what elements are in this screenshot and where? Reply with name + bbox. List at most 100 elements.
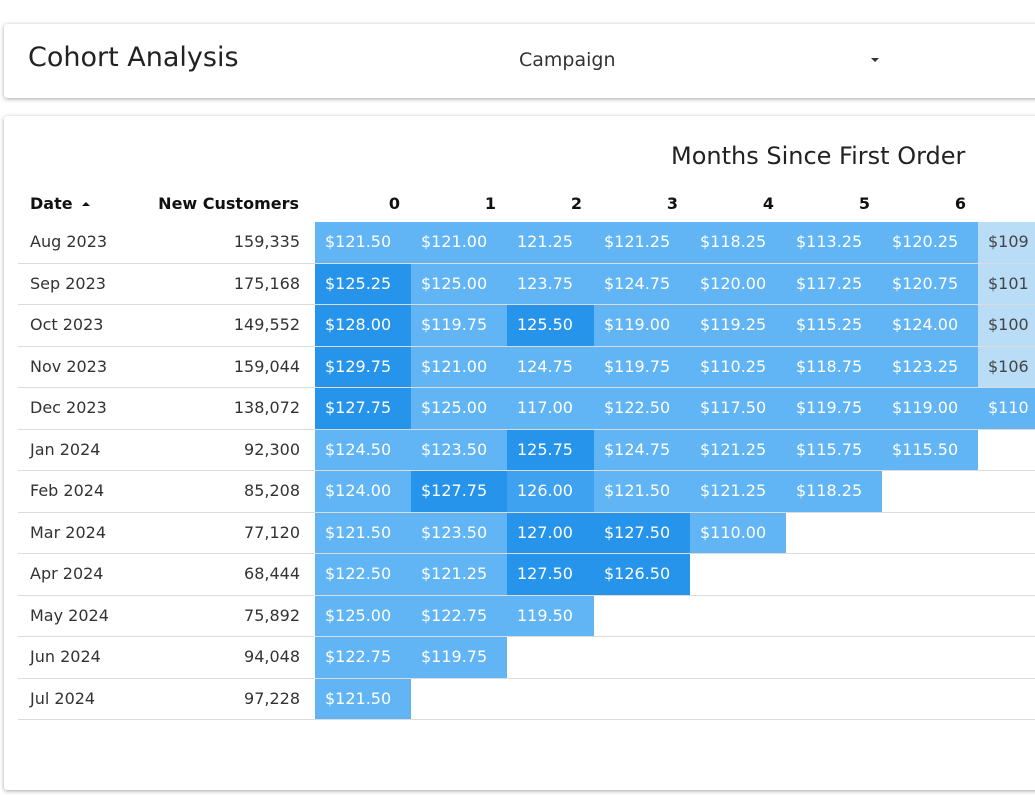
cohort-value-cell: $127.75 [411, 471, 507, 512]
cohort-date-cell: Feb 2024 [30, 481, 105, 500]
cohort-value-cell: $110 [978, 388, 1035, 429]
cohort-value-cell: $119.75 [594, 346, 690, 387]
new-customers-cell: 159,335 [233, 232, 300, 251]
sort-ascending-icon [81, 202, 90, 206]
cohort-value-cell: 125.50 [507, 305, 594, 346]
cohort-value-cell: $106 [978, 346, 1035, 387]
cohort-value-cell: 124.75 [507, 346, 594, 387]
cohort-value-cell: $122.75 [411, 595, 507, 636]
cohort-value-cell: $115.75 [786, 429, 882, 470]
table-row: Mar 2024 77,120 $121.50 $123.50 127.00 $127.5… [18, 512, 1035, 554]
cohort-value-cell: $120.25 [882, 222, 978, 263]
cohort-date-cell: Apr 2024 [30, 564, 104, 583]
cohort-value-cell: $118.25 [690, 222, 786, 263]
cohort-value-cell: $124.00 [315, 471, 411, 512]
cohort-value-cell: $121.00 [411, 346, 507, 387]
cohort-value-cell: 125.75 [507, 429, 594, 470]
cohort-value-cell: $124.00 [882, 305, 978, 346]
cohort-value-cell: $118.25 [786, 471, 882, 512]
cohort-value-cell: $118.75 [786, 346, 882, 387]
cohort-date-cell: Jun 2024 [30, 647, 101, 666]
cohort-value-cell: $121.25 [411, 554, 507, 595]
cohort-value-cell: $121.50 [594, 471, 690, 512]
new-customers-cell: 77,120 [244, 522, 300, 542]
new-customers-column-header[interactable]: New Customers [134, 194, 299, 216]
dropdown-selected-value: Campaign [519, 49, 616, 71]
cohort-value-cell: $117.50 [690, 388, 786, 429]
cohort-value-cell: $119.25 [690, 305, 786, 346]
caret-down-icon [871, 58, 879, 62]
cohort-value-cell: $121.25 [690, 471, 786, 512]
new-customers-cell: 138,072 [233, 398, 300, 417]
cohort-value-cell: $109 [978, 222, 1035, 263]
cohort-value-cell: $125.00 [411, 388, 507, 429]
cohort-value-cell: $123.50 [411, 512, 507, 553]
new-customers-cell: 85,208 [244, 481, 300, 500]
table-row: Apr 2024 68,444 $122.50 $121.25 127.50 $126.5… [18, 554, 1035, 596]
table-row: Jan 2024 92,300 $124.50 $123.50 125.75 $124.7… [18, 429, 1035, 471]
month-column-header[interactable]: 4 [688, 194, 774, 216]
cohort-value-cell: 123.75 [507, 263, 594, 304]
cohort-value-cell: 127.50 [507, 554, 594, 595]
cohort-value-cell: $119.00 [594, 305, 690, 346]
cohort-value-cell: $121.25 [594, 222, 690, 263]
cohort-value-cell: $127.75 [315, 388, 411, 429]
cohort-value-cell: $125.00 [411, 263, 507, 304]
table-row: Nov 2023 159,044 $129.75 $121.00 124.75 $119.… [18, 346, 1035, 388]
cohort-value-cell: $119.75 [411, 637, 507, 678]
cohort-value-cell: $119.75 [411, 305, 507, 346]
cohort-value-cell: 126.00 [507, 471, 594, 512]
table-row: Feb 2024 85,208 $124.00 $127.75 126.00 $121.5… [18, 471, 1035, 513]
cohort-value-cell: $124.50 [315, 429, 411, 470]
column-group-title: Months Since First Order [671, 142, 966, 170]
month-column-header[interactable]: 5 [784, 194, 870, 216]
cohort-value-cell: $125.00 [315, 595, 411, 636]
cohort-value-cell: $113.25 [786, 222, 882, 263]
cohort-value-cell: 121.25 [507, 222, 594, 263]
month-column-header[interactable]: 0 [314, 194, 400, 216]
cohort-value-cell: $128.00 [315, 305, 411, 346]
cohort-value-cell: $125.25 [315, 263, 411, 304]
new-customers-cell: 175,168 [233, 273, 300, 293]
cohort-date-cell: Sep 2023 [30, 273, 106, 293]
cohort-value-cell: $121.00 [411, 222, 507, 263]
campaign-dropdown[interactable]: Campaign [504, 36, 894, 86]
new-customers-cell: 149,552 [233, 315, 300, 334]
cohort-value-cell: $121.25 [690, 429, 786, 470]
cohort-date-cell: Aug 2023 [30, 232, 108, 251]
date-column-header[interactable]: Date [30, 194, 90, 216]
cohort-value-cell: $127.50 [594, 512, 690, 553]
cohort-value-cell: $119.00 [882, 388, 978, 429]
cohort-value-cell: $101 [978, 263, 1035, 304]
cohort-date-cell: Jan 2024 [30, 439, 101, 459]
cohort-value-cell: $129.75 [315, 346, 411, 387]
month-column-header[interactable]: 2 [496, 194, 582, 216]
cohort-value-cell: $126.50 [594, 554, 690, 595]
cohort-value-cell: $110.25 [690, 346, 786, 387]
cohort-date-cell: Mar 2024 [30, 522, 106, 542]
new-customers-cell: 92,300 [244, 439, 300, 459]
cohort-analysis-app: Cohort Analysis Campaign Months Since Fi… [0, 0, 1035, 795]
cohort-value-cell: 117.00 [507, 388, 594, 429]
cohort-value-cell: $122.50 [315, 554, 411, 595]
cohort-value-cell: $121.50 [315, 512, 411, 553]
month-column-header[interactable]: 6 [880, 194, 966, 216]
cohort-value-cell: $123.25 [882, 346, 978, 387]
cohort-value-cell: 127.00 [507, 512, 594, 553]
table-row: Jun 2024 94,048 $122.75 $119.75 [18, 637, 1035, 679]
cohort-value-cell: $124.75 [594, 263, 690, 304]
cohort-table-card: Months Since First Order Date New Custom… [4, 116, 1035, 790]
cohort-value-cell: $122.50 [594, 388, 690, 429]
table-row: Dec 2023 138,072 $127.75 $125.00 117.00 $122.… [18, 388, 1035, 430]
table-row: May 2024 75,892 $125.00 $122.75 119.50 [18, 595, 1035, 637]
new-customers-cell: 159,044 [233, 356, 300, 376]
cohort-value-cell: $121.50 [315, 678, 411, 719]
new-customers-cell: 68,444 [244, 564, 300, 583]
month-column-header[interactable]: 1 [410, 194, 496, 216]
month-column-header[interactable]: 3 [592, 194, 678, 216]
cohort-date-cell: May 2024 [30, 605, 109, 625]
cohort-value-cell: $119.75 [786, 388, 882, 429]
header-card: Cohort Analysis Campaign [4, 24, 1035, 98]
date-header-label: Date [30, 194, 73, 213]
cohort-value-cell: $120.75 [882, 263, 978, 304]
